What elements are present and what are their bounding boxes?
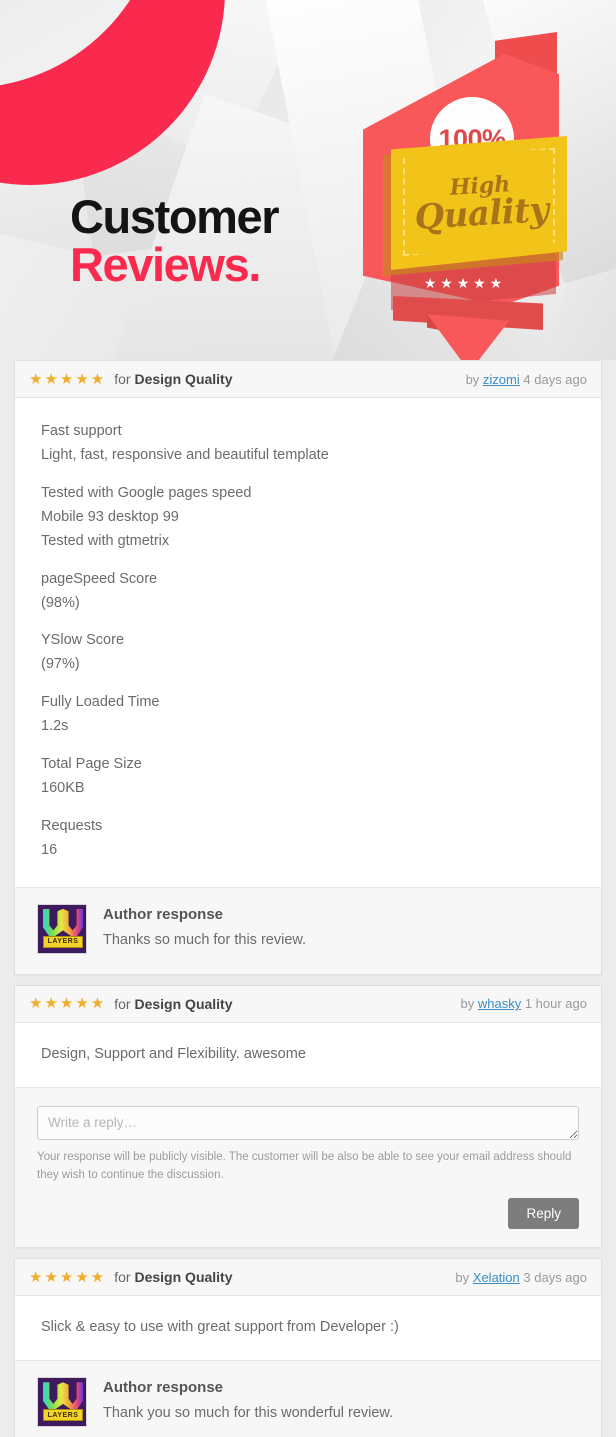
badge-stars: ★ ★ ★ ★ ★ — [423, 274, 503, 291]
review-header: ★★★★★ for Design Quality by zizomi 4 day… — [15, 361, 601, 398]
review-paragraph: pageSpeed Score (98%) — [41, 570, 158, 611]
star-rating-icon: ★★★★★ — [29, 995, 107, 1013]
star-rating-icon: ★★★★★ — [29, 1268, 107, 1286]
author-response-body: Thank you so much for this wonderful rev… — [103, 1405, 394, 1422]
review-author-link[interactable]: zizomi — [483, 372, 520, 387]
category-name: Design Quality — [134, 371, 233, 387]
review-author-link[interactable]: whasky — [478, 996, 521, 1011]
layers-logo-icon — [43, 1382, 83, 1413]
review-paragraph: Requests 16 — [41, 817, 103, 858]
reviews-list: ★★★★★ for Design Quality by zizomi 4 day… — [0, 360, 616, 1437]
author-response-text: Author response Thank you so much for th… — [103, 1377, 393, 1421]
review-category: for Design Quality — [114, 996, 232, 1012]
review-paragraph: Fully Loaded Time 1.2s — [41, 694, 160, 735]
layers-logo-icon — [43, 908, 83, 939]
page-title-line1: Customer — [70, 190, 280, 243]
review-paragraph: Slick & easy to use with great support f… — [41, 1319, 399, 1336]
author-response-body: Thanks so much for this review. — [103, 931, 307, 948]
avatar-brand-label: LAYERS — [43, 935, 83, 948]
reply-form: Your response will be publicly visible. … — [15, 1086, 601, 1248]
review-time: 3 days ago — [523, 1269, 587, 1285]
by-label: by — [455, 1269, 470, 1285]
author-response-text: Author response Thanks so much for this … — [103, 904, 306, 948]
quality-badge: 100% High Quality ★ ★ ★ ★ ★ — [355, 32, 585, 360]
review-body: Fast support Light, fast, responsive and … — [15, 398, 601, 887]
review-author-link[interactable]: Xelation — [473, 1270, 520, 1285]
by-label: by — [460, 996, 475, 1012]
review-card: ★★★★★ for Design Quality by zizomi 4 day… — [14, 360, 602, 975]
page-title: Customer Reviews. — [70, 190, 280, 291]
author-response: LAYERS Author response Thank you so much… — [15, 1360, 601, 1437]
category-name: Design Quality — [134, 995, 233, 1012]
review-meta: by Xelation 3 days ago — [455, 1270, 587, 1285]
review-paragraph: YSlow Score (97%) — [41, 632, 125, 673]
star-rating-icon: ★★★★★ — [29, 370, 107, 388]
badge-quality-line2: Quality — [413, 190, 550, 239]
review-rating-group: ★★★★★ for Design Quality — [29, 371, 233, 387]
author-response-title: Author response — [103, 1379, 224, 1397]
by-label: by — [465, 371, 480, 387]
review-meta: by whasky 1 hour ago — [460, 996, 587, 1011]
review-card: ★★★★★ for Design Quality by whasky 1 hou… — [14, 984, 602, 1249]
avatar: LAYERS — [37, 1377, 87, 1428]
review-body: Design, Support and Flexibility. awesome — [15, 1023, 601, 1087]
author-response-title: Author response — [103, 905, 224, 923]
reply-button[interactable]: Reply — [508, 1198, 579, 1230]
review-paragraph: Fast support Light, fast, responsive and … — [41, 423, 329, 463]
page-root: Customer Reviews. 100% High Quality ★ ★ … — [0, 0, 616, 1437]
category-name: Design Quality — [134, 1269, 233, 1286]
for-label: for — [114, 1269, 131, 1286]
reply-actions: Reply — [37, 1198, 579, 1230]
red-arc-cutout — [0, 0, 162, 88]
badge-pointer — [427, 314, 509, 360]
review-paragraph: Design, Support and Flexibility. awesome — [41, 1045, 306, 1062]
review-card: ★★★★★ for Design Quality by Xelation 3 d… — [14, 1258, 602, 1437]
review-category: for Design Quality — [114, 371, 232, 387]
review-category: for Design Quality — [114, 1269, 232, 1285]
for-label: for — [114, 995, 131, 1012]
reply-disclaimer: Your response will be publicly visible. … — [37, 1150, 572, 1181]
review-body: Slick & easy to use with great support f… — [15, 1296, 601, 1360]
review-rating-group: ★★★★★ for Design Quality — [29, 1269, 233, 1285]
review-meta: by zizomi 4 days ago — [466, 372, 587, 387]
avatar: LAYERS — [37, 903, 87, 954]
reply-input[interactable] — [37, 1105, 579, 1140]
review-header: ★★★★★ for Design Quality by Xelation 3 d… — [15, 1259, 601, 1297]
for-label: for — [114, 371, 131, 387]
hero-banner: Customer Reviews. 100% High Quality ★ ★ … — [0, 0, 616, 360]
review-rating-group: ★★★★★ for Design Quality — [29, 996, 233, 1012]
review-time: 1 hour ago — [524, 996, 587, 1012]
author-response: LAYERS Author response Thanks so much fo… — [15, 886, 601, 974]
avatar-brand-label: LAYERS — [43, 1409, 83, 1422]
review-paragraph: Total Page Size 160KB — [41, 756, 142, 797]
review-header: ★★★★★ for Design Quality by whasky 1 hou… — [15, 985, 601, 1023]
page-title-line2: Reviews. — [70, 237, 261, 291]
review-time: 4 days ago — [523, 371, 587, 387]
badge-quality-text: High Quality — [395, 139, 566, 269]
review-paragraph: Tested with Google pages speed Mobile 93 … — [41, 484, 252, 549]
